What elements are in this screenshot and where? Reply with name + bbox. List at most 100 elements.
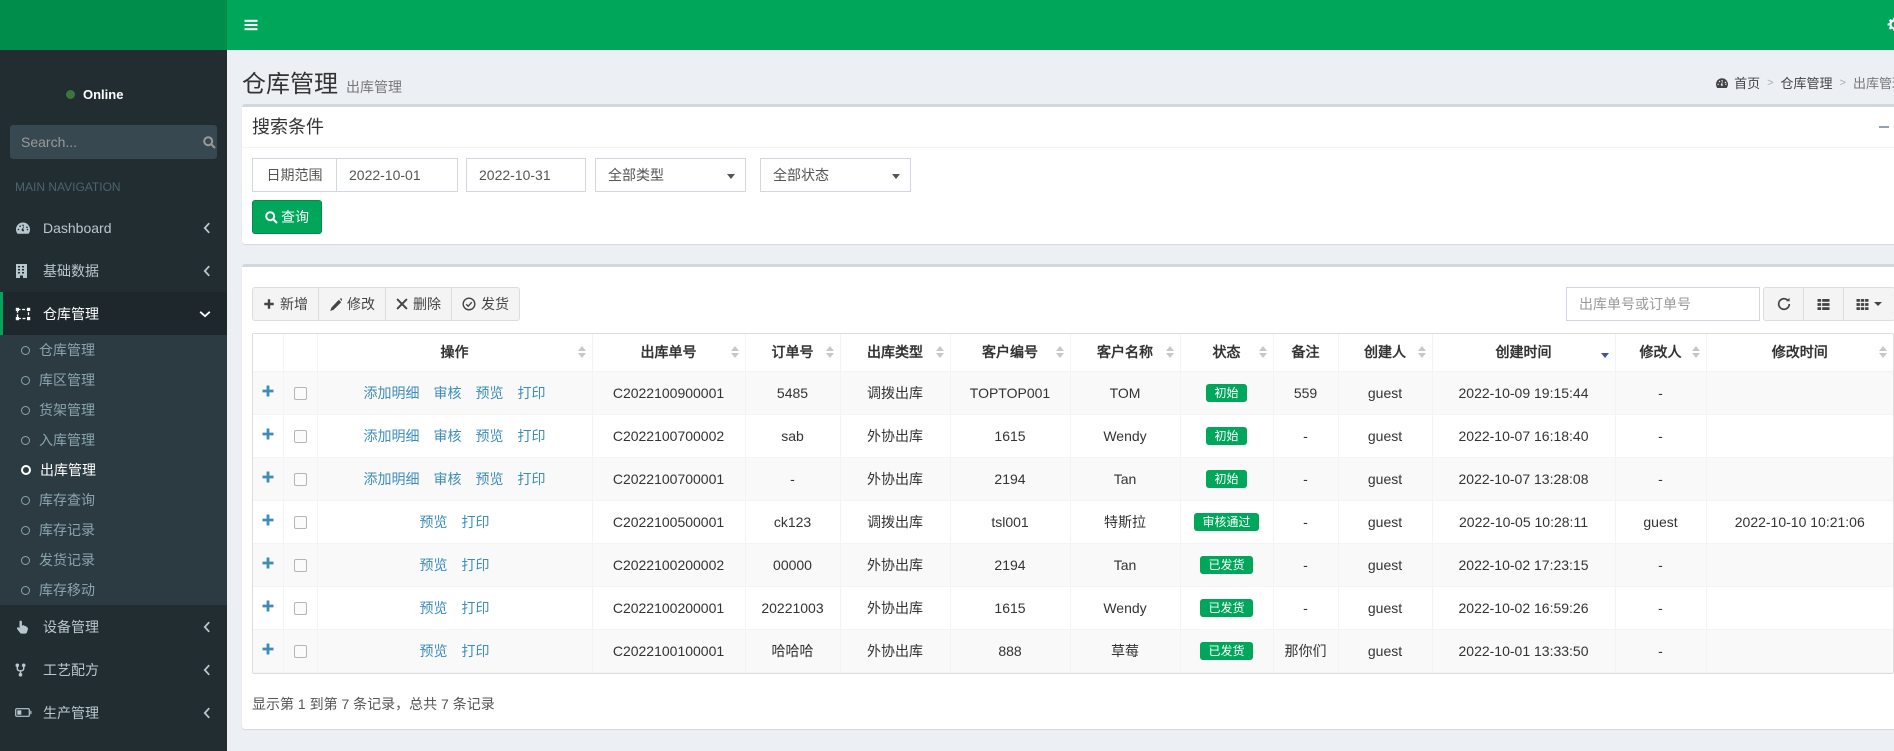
column-header-order_no[interactable]: 出库单号 xyxy=(591,334,746,372)
sidebar-search-input[interactable] xyxy=(11,126,202,158)
breadcrumb-warehouse[interactable]: 仓库管理 xyxy=(1781,73,1833,92)
sidebar-toggle-button[interactable] xyxy=(227,0,275,50)
column-header-created_at[interactable]: 创建时间 xyxy=(1431,334,1616,372)
column-header-modifier[interactable]: 修改人 xyxy=(1614,334,1707,372)
cell-check xyxy=(282,499,318,544)
column-header-status[interactable]: 状态 xyxy=(1179,334,1274,372)
op-link-preview[interactable]: 预览 xyxy=(420,600,448,616)
type-select[interactable]: 全部类型 xyxy=(595,158,746,192)
sidebar-item-dashboard[interactable]: Dashboard xyxy=(0,206,227,249)
sidebar-search-button[interactable] xyxy=(202,126,216,158)
columns-button[interactable] xyxy=(1843,287,1894,321)
column-header-customer_no[interactable]: 客户编号 xyxy=(949,334,1071,372)
op-link-print[interactable]: 打印 xyxy=(462,600,490,616)
refresh-icon xyxy=(1777,297,1791,311)
collapse-button[interactable] xyxy=(1878,121,1890,133)
row-checkbox[interactable] xyxy=(293,645,307,659)
op-link-print[interactable]: 打印 xyxy=(518,471,546,487)
op-link-print[interactable]: 打印 xyxy=(518,385,546,401)
op-link-preview[interactable]: 预览 xyxy=(476,428,504,444)
column-header-ref_no[interactable]: 订单号 xyxy=(744,334,841,372)
op-link-print[interactable]: 打印 xyxy=(462,557,490,573)
table-search-input[interactable] xyxy=(1566,287,1760,321)
delete-button[interactable]: 删除 xyxy=(385,287,452,321)
row-checkbox[interactable] xyxy=(293,602,307,616)
cell-status: 初始 xyxy=(1179,370,1274,415)
cell-type: 外协出库 xyxy=(839,456,951,501)
minus-icon xyxy=(1878,121,1890,133)
column-header-modified_at[interactable]: 修改时间 xyxy=(1705,334,1893,372)
op-link-preview[interactable]: 预览 xyxy=(420,557,448,573)
sidebar-item-device-mgmt[interactable]: 设备管理 xyxy=(0,605,227,648)
row-checkbox[interactable] xyxy=(293,473,307,487)
row-checkbox[interactable] xyxy=(293,430,307,444)
expand-row-button[interactable] xyxy=(261,642,275,656)
status-badge: 已发货 xyxy=(1200,641,1253,660)
refresh-button[interactable] xyxy=(1763,287,1804,321)
sidebar-subitem-inbound[interactable]: 入库管理 xyxy=(0,425,227,455)
op-link-audit[interactable]: 审核 xyxy=(434,385,462,401)
expand-row-button[interactable] xyxy=(261,599,275,613)
cell-expand xyxy=(253,456,284,501)
sidebar-item-recipe-mgmt[interactable]: 工艺配方 xyxy=(0,648,227,691)
row-checkbox[interactable] xyxy=(293,516,307,530)
row-checkbox[interactable] xyxy=(293,387,307,401)
column-header-ops[interactable]: 操作 xyxy=(316,334,593,372)
gear-icon xyxy=(1886,16,1894,33)
op-link-print[interactable]: 打印 xyxy=(462,643,490,659)
op-link-preview[interactable]: 预览 xyxy=(420,643,448,659)
op-link-preview[interactable]: 预览 xyxy=(420,514,448,530)
sidebar-subitem-stock-move[interactable]: 库存移动 xyxy=(0,575,227,605)
sidebar-subitem-shipping-record[interactable]: 发货记录 xyxy=(0,545,227,575)
sidebar-item-warehouse-mgmt[interactable]: 仓库管理 xyxy=(0,292,227,335)
expand-row-button[interactable] xyxy=(261,556,275,570)
cell-expand xyxy=(253,542,284,587)
query-button[interactable]: 查询 xyxy=(252,200,322,234)
op-link-preview[interactable]: 预览 xyxy=(476,385,504,401)
cell-check xyxy=(282,370,318,415)
breadcrumb-home[interactable]: 首页 xyxy=(1734,73,1760,92)
op-link-add-detail[interactable]: 添加明细 xyxy=(364,385,420,401)
sidebar-item-production-mgmt[interactable]: 生产管理 xyxy=(0,691,227,734)
op-link-audit[interactable]: 审核 xyxy=(434,428,462,444)
check-circle-icon xyxy=(462,297,476,311)
cell-status: 审核通过 xyxy=(1179,499,1274,544)
sidebar-subitem-stock-record[interactable]: 库存记录 xyxy=(0,515,227,545)
sidebar-subitem-warehouse[interactable]: 仓库管理 xyxy=(0,335,227,365)
toggle-view-button[interactable] xyxy=(1803,287,1844,321)
row-checkbox[interactable] xyxy=(293,559,307,573)
cell-modified-at xyxy=(1705,585,1893,630)
expand-row-button[interactable] xyxy=(261,384,275,398)
ship-button[interactable]: 发货 xyxy=(451,287,520,321)
settings-button[interactable] xyxy=(1886,16,1894,33)
expand-row-button[interactable] xyxy=(261,513,275,527)
expand-row-button[interactable] xyxy=(261,470,275,484)
expand-row-button[interactable] xyxy=(261,427,275,441)
cell-ref-no: 5485 xyxy=(744,370,841,415)
date-to-input[interactable] xyxy=(466,158,586,192)
op-link-print[interactable]: 打印 xyxy=(518,428,546,444)
cell-remark: 559 xyxy=(1272,370,1339,415)
sidebar-subitem-shelf[interactable]: 货架管理 xyxy=(0,395,227,425)
op-link-preview[interactable]: 预览 xyxy=(476,471,504,487)
column-header-type[interactable]: 出库类型 xyxy=(839,334,951,372)
sidebar-subitem-outbound[interactable]: 出库管理 xyxy=(0,455,227,485)
op-link-audit[interactable]: 审核 xyxy=(434,471,462,487)
edit-button[interactable]: 修改 xyxy=(318,287,386,321)
status-select[interactable]: 全部状态 xyxy=(760,158,911,192)
sidebar-submenu: 仓库管理 库区管理货架管理入库管理 出库管理 库存查询 库存记录 发货记录 库存移动 xyxy=(0,335,227,605)
op-link-add-detail[interactable]: 添加明细 xyxy=(364,471,420,487)
add-button[interactable]: 新增 xyxy=(252,287,319,321)
circle-icon xyxy=(21,525,30,535)
sidebar-subitem-storage-area[interactable]: 库区管理 xyxy=(0,365,227,395)
table-toolbar: 新增 修改 删除 发货 xyxy=(252,287,520,321)
op-link-add-detail[interactable]: 添加明细 xyxy=(364,428,420,444)
sidebar-subitem-stock-query[interactable]: 库存查询 xyxy=(0,485,227,515)
op-link-print[interactable]: 打印 xyxy=(462,514,490,530)
column-header-creator[interactable]: 创建人 xyxy=(1337,334,1433,372)
sidebar-item-base-data[interactable]: 基础数据 xyxy=(0,249,227,292)
sidebar-subitem-label: 货架管理 xyxy=(39,402,95,418)
date-from-input[interactable] xyxy=(336,158,458,192)
brand-logo[interactable] xyxy=(0,0,227,50)
column-header-customer_name[interactable]: 客户名称 xyxy=(1069,334,1181,372)
